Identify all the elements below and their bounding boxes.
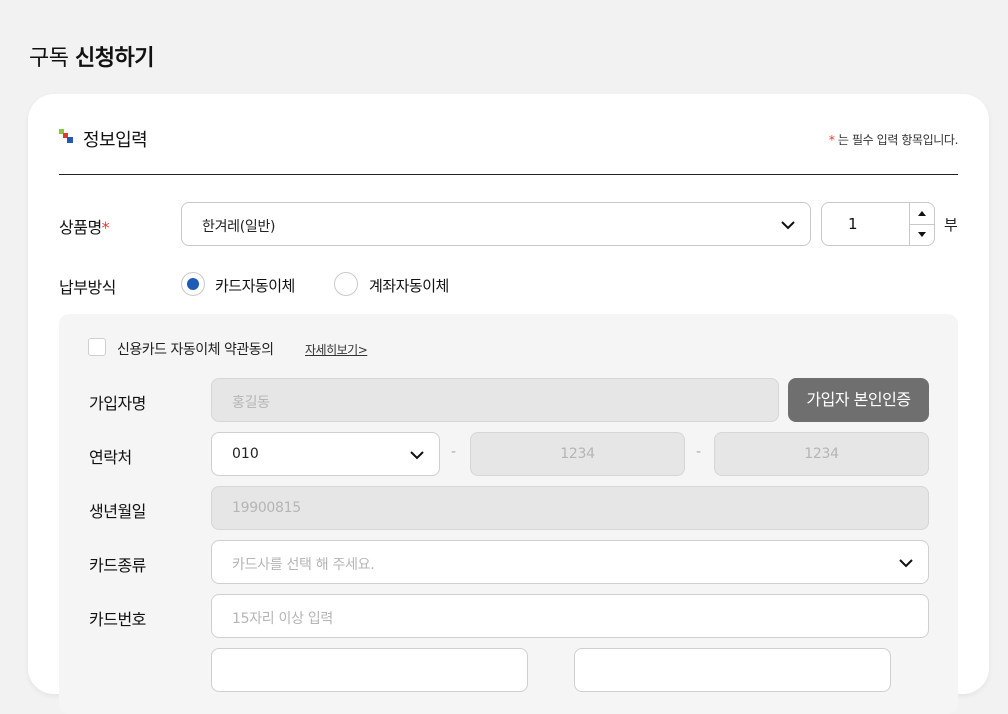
name-placeholder: 홍길동	[232, 395, 270, 411]
form-card: 정보입력 * 는 필수 입력 항목입니다. 상품명* 한겨레(일반) 1 부 납…	[28, 94, 989, 714]
quantity-increase-button[interactable]	[910, 203, 934, 225]
phone-prefix-value: 010	[232, 446, 259, 462]
page-title-strong: 신청하기	[74, 46, 154, 71]
required-note-text: 는 필수 입력 항목입니다.	[834, 133, 958, 147]
required-note: * 는 필수 입력 항목입니다.	[829, 131, 958, 148]
birth-placeholder: 19900815	[232, 500, 301, 516]
triangle-down-icon	[918, 232, 926, 237]
section-mark-icon	[59, 129, 73, 143]
product-select-value: 한겨레(일반)	[202, 219, 276, 235]
product-label: 상품명*	[59, 214, 110, 238]
card-payment-panel: 신용카드 자동이체 약관동의 자세히보기> 가입자명 홍길동 가입자 본인인증 …	[59, 314, 958, 714]
card-type-placeholder: 카드사를 선택 해 주세요.	[232, 557, 375, 573]
radio-account-transfer-label[interactable]: 계좌자동이체	[369, 275, 449, 296]
card-number-label: 카드번호	[89, 610, 146, 629]
contact-label: 연락처	[89, 448, 132, 467]
phone-middle-placeholder: 1234	[560, 446, 595, 462]
phone-middle-field[interactable]: 1234	[470, 432, 685, 476]
agree-checkbox[interactable]	[88, 338, 106, 356]
phone-dash: -	[696, 444, 702, 460]
card-number-placeholder: 15자리 이상 입력	[232, 611, 333, 627]
product-select[interactable]: 한겨레(일반)	[181, 202, 811, 246]
triangle-up-icon	[918, 211, 926, 216]
radio-account-transfer[interactable]	[334, 272, 358, 296]
card-type-label: 카드종류	[89, 556, 146, 575]
radio-card-transfer[interactable]	[181, 272, 205, 296]
birth-field[interactable]: 19900815	[211, 486, 929, 530]
name-label: 가입자명	[89, 394, 146, 413]
page-title: 구독 신청하기	[29, 40, 154, 72]
payment-label: 납부방식	[59, 278, 116, 297]
product-label-text: 상품명	[59, 218, 102, 237]
chevron-down-icon	[410, 451, 424, 460]
phone-prefix-select[interactable]: 010	[211, 432, 440, 476]
phone-last-placeholder: 1234	[804, 446, 839, 462]
product-required-star: *	[101, 218, 110, 237]
name-field[interactable]: 홍길동	[211, 378, 779, 422]
card-type-select[interactable]: 카드사를 선택 해 주세요.	[211, 540, 929, 584]
agree-label[interactable]: 신용카드 자동이체 약관동의	[117, 339, 274, 359]
phone-dash: -	[451, 444, 457, 460]
quantity-stepper[interactable]: 1	[821, 202, 935, 246]
card-expiry-year-field[interactable]	[574, 648, 891, 692]
quantity-unit: 부	[944, 216, 958, 234]
radio-card-transfer-label[interactable]: 카드자동이체	[215, 275, 295, 296]
birth-label: 생년월일	[89, 502, 146, 521]
card-expiry-month-field[interactable]	[211, 648, 528, 692]
stepper-arrows	[909, 203, 934, 245]
chevron-down-icon	[899, 559, 913, 568]
quantity-decrease-button[interactable]	[910, 224, 934, 245]
card-number-field[interactable]: 15자리 이상 입력	[211, 594, 929, 638]
page-title-prefix: 구독	[29, 46, 69, 71]
section-title: 정보입력	[83, 130, 148, 151]
terms-detail-link[interactable]: 자세히보기>	[305, 341, 368, 358]
identity-verify-button[interactable]: 가입자 본인인증	[788, 378, 929, 422]
chevron-down-icon	[781, 221, 795, 230]
phone-last-field[interactable]: 1234	[714, 432, 929, 476]
section-header: 정보입력 * 는 필수 입력 항목입니다.	[59, 124, 958, 175]
quantity-value: 1	[848, 215, 858, 233]
